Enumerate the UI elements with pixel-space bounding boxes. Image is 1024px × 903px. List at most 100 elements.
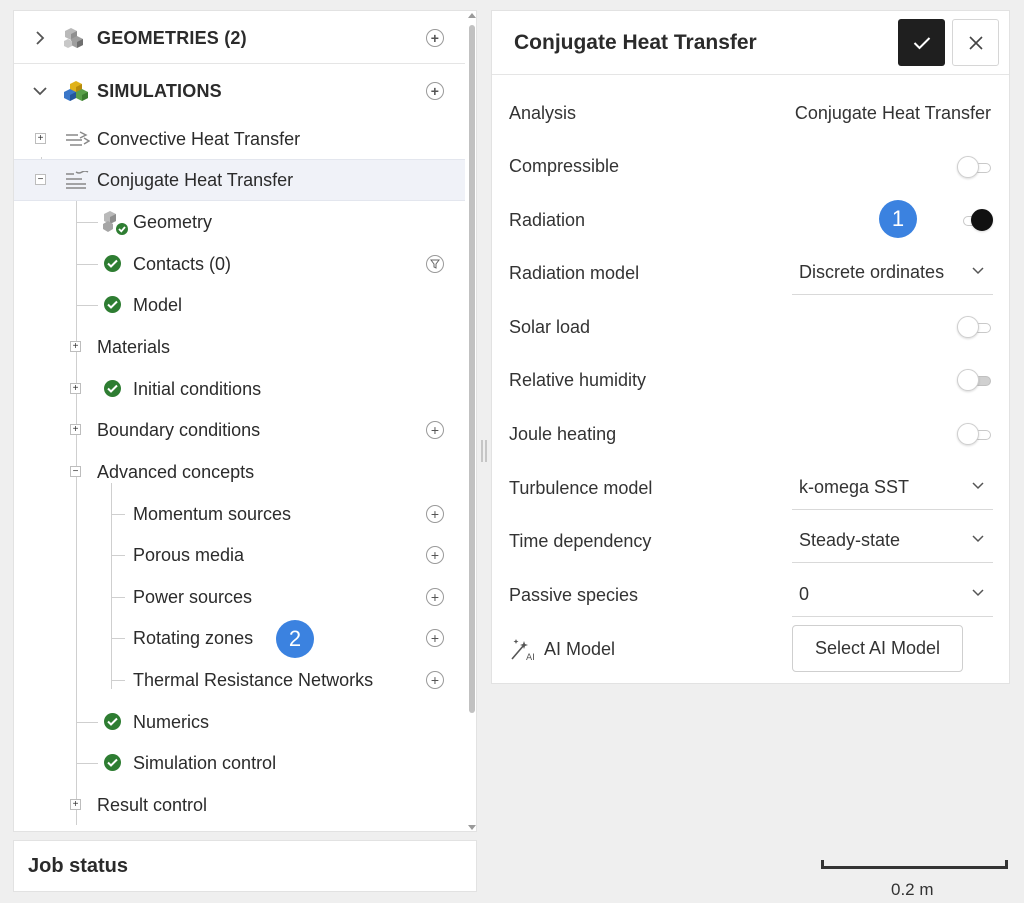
filter-icon[interactable]: [430, 259, 440, 269]
radiation-model-select[interactable]: Discrete ordinates: [792, 251, 993, 295]
properties-title: Conjugate Heat Transfer: [514, 31, 757, 54]
svg-text:AI: AI: [526, 653, 535, 661]
tree-item-materials[interactable]: + Materials: [14, 326, 465, 368]
scale-bar-label: 0.2 m: [891, 880, 934, 899]
turbulence-model-label: Turbulence model: [509, 478, 653, 498]
check-circle-icon: [104, 380, 121, 397]
job-status-label: Job status: [28, 854, 129, 877]
tree-scrollbar[interactable]: [466, 11, 476, 831]
time-dependency-label: Time dependency: [509, 531, 652, 551]
tree-item-momentum-sources[interactable]: Momentum sources +: [14, 493, 465, 535]
scroll-down-arrow-icon[interactable]: [468, 825, 476, 830]
tree-item-geometry[interactable]: Geometry: [14, 201, 465, 243]
compressible-toggle[interactable]: [957, 156, 993, 178]
scale-bar: [821, 858, 1008, 870]
time-dependency-select[interactable]: Steady-state: [792, 519, 993, 563]
tree-item-porous-media[interactable]: Porous media +: [14, 534, 465, 576]
compressible-label: Compressible: [509, 156, 620, 176]
porous-media-label: Porous media: [133, 544, 245, 565]
select-ai-model-button[interactable]: Select AI Model: [792, 625, 963, 672]
tree-item-simulation-control[interactable]: Simulation control: [14, 742, 465, 784]
chevron-right-icon[interactable]: [34, 30, 46, 46]
ai-model-label: AI Model: [544, 639, 616, 659]
contacts-label: Contacts (0): [133, 253, 232, 274]
joule-heating-label: Joule heating: [509, 424, 617, 444]
chevron-down-icon: [972, 267, 984, 275]
passive-species-label: Passive species: [509, 585, 639, 605]
solar-load-label: Solar load: [509, 317, 591, 337]
tree-item-contacts[interactable]: Contacts (0): [14, 243, 465, 285]
tree-item-result-control[interactable]: + Result control: [14, 784, 465, 826]
filter-contacts-button[interactable]: [426, 255, 444, 273]
close-icon: [968, 35, 983, 50]
passive-species-select[interactable]: 0: [792, 573, 993, 617]
radiation-label: Radiation: [509, 210, 586, 230]
result-control-label: Result control: [97, 794, 208, 815]
panel-resize-handle[interactable]: [481, 440, 487, 462]
relative-humidity-toggle[interactable]: [957, 369, 993, 391]
add-porous-media-button[interactable]: +: [426, 546, 444, 564]
convective-label: Convective Heat Transfer: [97, 128, 301, 149]
turbulence-model-select[interactable]: k-omega SST: [792, 466, 993, 510]
convective-heat-icon: [66, 131, 90, 146]
model-label: Model: [133, 294, 183, 315]
geometry-check-icon: [103, 211, 128, 235]
analysis-label: Analysis: [509, 103, 577, 123]
add-thermal-resistance-button[interactable]: +: [426, 671, 444, 689]
tree-item-conjugate-heat-transfer[interactable]: − Conjugate Heat Transfer: [14, 159, 465, 201]
tree-item-model[interactable]: Model: [14, 284, 465, 326]
expand-toggle[interactable]: +: [70, 799, 81, 810]
check-circle-icon: [104, 754, 121, 771]
chevron-down-icon[interactable]: [32, 85, 48, 97]
collapse-toggle[interactable]: −: [35, 174, 46, 185]
scroll-thumb[interactable]: [469, 25, 475, 713]
tree-item-rotating-zones[interactable]: Rotating zones +: [14, 617, 465, 659]
tree-item-initial-conditions[interactable]: + Initial conditions: [14, 368, 465, 410]
add-rotating-zone-button[interactable]: +: [426, 629, 444, 647]
radiation-model-value: Discrete ordinates: [799, 262, 945, 282]
tree-section-geometries[interactable]: GEOMETRIES (2) +: [14, 17, 465, 59]
properties-header: Conjugate Heat Transfer: [492, 11, 1009, 75]
chevron-down-icon: [972, 482, 984, 490]
radiation-toggle[interactable]: [957, 209, 993, 231]
collapse-toggle[interactable]: −: [70, 466, 81, 477]
expand-toggle[interactable]: +: [70, 424, 81, 435]
confirm-button[interactable]: [898, 19, 945, 66]
simulations-label: SIMULATIONS: [97, 80, 222, 101]
relative-humidity-label: Relative humidity: [509, 370, 647, 390]
chevron-down-icon: [972, 535, 984, 543]
job-status-panel[interactable]: Job status: [13, 840, 477, 892]
momentum-sources-label: Momentum sources: [133, 503, 292, 524]
add-momentum-source-button[interactable]: +: [426, 505, 444, 523]
radiation-model-label: Radiation model: [509, 263, 640, 283]
conjugate-label: Conjugate Heat Transfer: [97, 169, 294, 190]
annotation-badge-2: 2: [276, 620, 314, 658]
add-power-source-button[interactable]: +: [426, 588, 444, 606]
numerics-label: Numerics: [133, 711, 210, 732]
tree-section-simulations[interactable]: SIMULATIONS +: [14, 70, 465, 112]
tree-item-advanced-concepts[interactable]: − Advanced concepts: [14, 451, 465, 493]
add-geometry-button[interactable]: +: [426, 29, 444, 47]
tree-item-boundary-conditions[interactable]: + Boundary conditions +: [14, 409, 465, 451]
close-button[interactable]: [952, 19, 999, 66]
expand-toggle[interactable]: +: [70, 341, 81, 352]
thermal-resistance-label: Thermal Resistance Networks: [133, 669, 374, 690]
joule-heating-toggle[interactable]: [957, 423, 993, 445]
solar-load-toggle[interactable]: [957, 316, 993, 338]
geometry-cubes-icon: [64, 28, 83, 48]
tree-item-power-sources[interactable]: Power sources +: [14, 576, 465, 618]
geometries-label: GEOMETRIES (2): [97, 27, 247, 48]
tree-item-convective-heat-transfer[interactable]: + Convective Heat Transfer: [14, 118, 465, 160]
passive-species-value: 0: [799, 584, 810, 604]
annotation-badge-1: 1: [879, 200, 917, 238]
analysis-value: Conjugate Heat Transfer: [794, 103, 991, 123]
expand-toggle[interactable]: +: [70, 383, 81, 394]
scroll-up-arrow-icon[interactable]: [468, 13, 476, 18]
tree-item-numerics[interactable]: Numerics: [14, 701, 465, 743]
divider: [14, 63, 465, 64]
tree-item-thermal-resistance-networks[interactable]: Thermal Resistance Networks +: [14, 659, 465, 701]
geometry-label: Geometry: [133, 211, 213, 232]
expand-toggle[interactable]: +: [35, 133, 46, 144]
add-simulation-button[interactable]: +: [426, 82, 444, 100]
add-boundary-condition-button[interactable]: +: [426, 421, 444, 439]
